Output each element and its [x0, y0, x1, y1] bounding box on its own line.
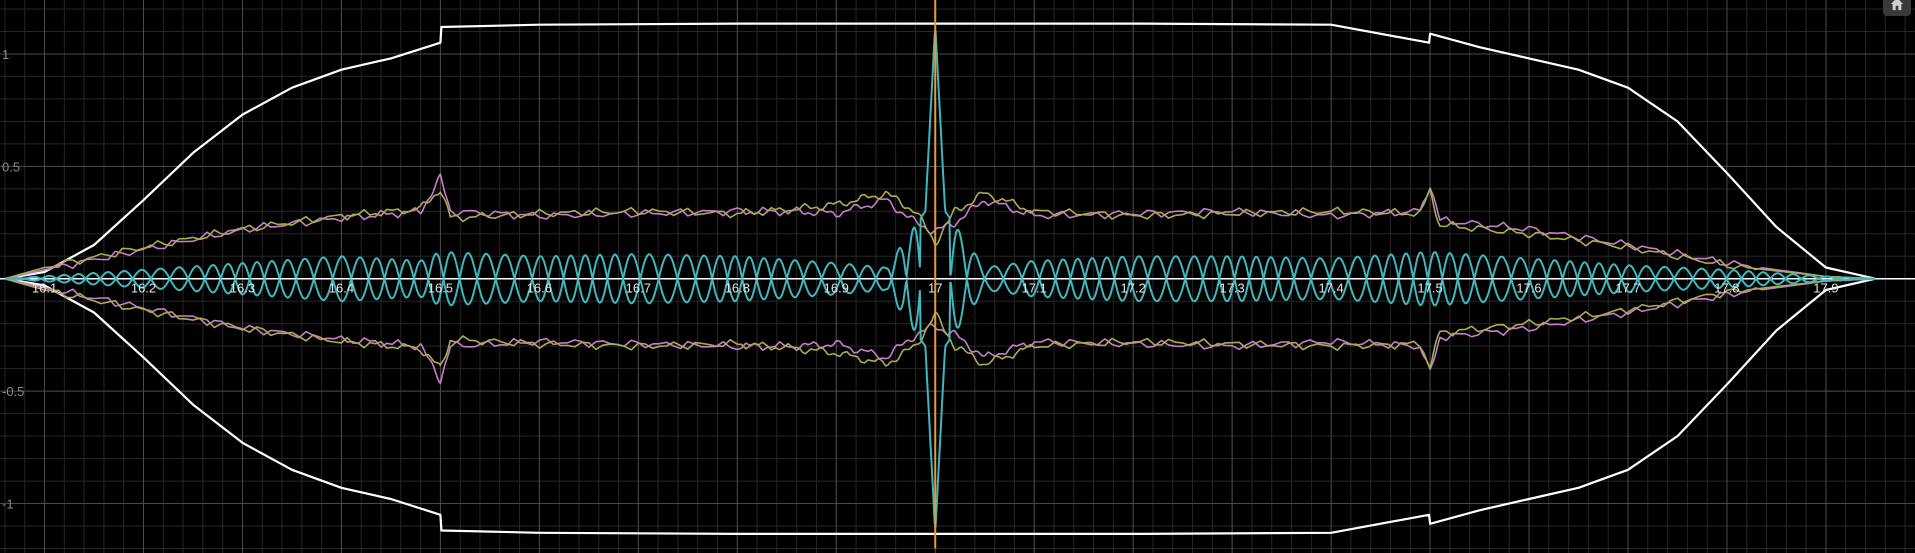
x-tick-label: 16.5 [428, 281, 453, 296]
x-tick-label: 17.2 [1121, 281, 1146, 296]
x-tick-label: 17.4 [1318, 281, 1343, 296]
x-tick-label: 17.5 [1417, 281, 1442, 296]
x-tick-label: 17.1 [1022, 281, 1047, 296]
x-tick-label: 17.6 [1516, 281, 1541, 296]
y-tick-label: 0.5 [2, 159, 20, 174]
x-tick-label: 16.3 [230, 281, 255, 296]
x-tick-label: 17 [928, 281, 942, 296]
y-tick-label: 1 [2, 47, 9, 62]
x-tick-label: 17.9 [1813, 281, 1838, 296]
chart-plot: 16.1 16.2 16.3 16.4 16.5 16.6 16.7 16.8 16.9 17 17… [0, 0, 1915, 553]
x-tick-label: 16.6 [527, 281, 552, 296]
home-icon [1890, 0, 1904, 11]
x-tick-label: 17.7 [1615, 281, 1640, 296]
x-tick-label: 17.3 [1219, 281, 1244, 296]
home-button[interactable] [1883, 0, 1911, 16]
y-tick-label: -1 [2, 497, 14, 512]
x-tick-label: 16.2 [131, 281, 156, 296]
x-tick-label: 16.1 [32, 281, 57, 296]
y-tick-label: -0.5 [2, 384, 24, 399]
x-tick-label: 16.4 [329, 281, 354, 296]
x-tick-label: 17.8 [1714, 281, 1739, 296]
x-tick-label: 16.8 [725, 281, 750, 296]
series-group [4, 0, 1876, 549]
x-tick-label: 16.7 [626, 281, 651, 296]
x-tick-label: 16.9 [824, 281, 849, 296]
